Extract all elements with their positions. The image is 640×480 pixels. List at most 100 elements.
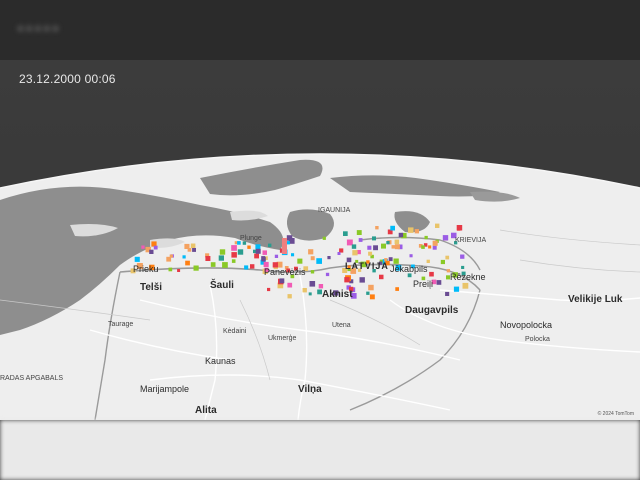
data-marker[interactable] — [192, 248, 196, 252]
data-marker[interactable] — [373, 245, 378, 251]
data-marker[interactable] — [244, 265, 249, 270]
data-marker[interactable] — [445, 291, 450, 296]
data-marker[interactable] — [395, 287, 399, 291]
data-marker[interactable] — [316, 258, 322, 264]
data-marker[interactable] — [262, 250, 268, 255]
data-marker[interactable] — [168, 267, 173, 272]
data-marker[interactable] — [193, 265, 199, 271]
data-marker[interactable] — [231, 252, 237, 258]
data-marker[interactable] — [398, 232, 404, 238]
data-marker[interactable] — [287, 294, 292, 299]
data-marker[interactable] — [359, 277, 365, 283]
column-marker[interactable] — [282, 238, 287, 254]
data-marker[interactable] — [322, 236, 326, 240]
data-marker[interactable] — [237, 249, 244, 255]
data-marker[interactable] — [149, 249, 154, 254]
data-marker[interactable] — [218, 255, 224, 261]
data-marker[interactable] — [205, 256, 211, 261]
data-marker[interactable] — [177, 269, 181, 272]
data-marker[interactable] — [310, 270, 315, 274]
data-marker[interactable] — [409, 254, 413, 258]
data-marker[interactable] — [344, 277, 350, 283]
data-marker[interactable] — [339, 248, 344, 253]
data-marker[interactable] — [426, 259, 430, 263]
data-marker[interactable] — [267, 287, 271, 292]
data-marker[interactable] — [286, 241, 290, 245]
data-marker[interactable] — [153, 245, 158, 250]
data-marker[interactable] — [381, 243, 386, 249]
data-marker[interactable] — [388, 257, 393, 262]
data-marker[interactable] — [352, 250, 358, 256]
data-marker[interactable] — [247, 245, 251, 249]
data-marker[interactable] — [453, 286, 460, 292]
data-marker[interactable] — [169, 254, 173, 258]
data-marker[interactable] — [279, 278, 285, 284]
data-marker[interactable] — [141, 245, 145, 249]
data-marker[interactable] — [462, 282, 469, 289]
data-marker[interactable] — [356, 230, 362, 235]
data-marker[interactable] — [325, 272, 330, 277]
data-marker[interactable] — [310, 256, 315, 261]
data-marker[interactable] — [337, 252, 341, 255]
data-marker[interactable] — [368, 284, 374, 291]
data-marker[interactable] — [457, 227, 461, 231]
data-marker[interactable] — [351, 244, 357, 249]
data-marker[interactable] — [358, 238, 363, 242]
map-canvas[interactable]: LATVIJA Daugavpils Aknist Velikije Luk N… — [0, 0, 640, 420]
data-marker[interactable] — [231, 245, 237, 251]
data-marker[interactable] — [343, 231, 348, 236]
data-marker[interactable] — [134, 256, 140, 262]
data-marker[interactable] — [394, 239, 400, 245]
data-marker[interactable] — [432, 245, 437, 250]
data-marker[interactable] — [210, 262, 216, 267]
data-marker[interactable] — [414, 229, 419, 234]
data-marker[interactable] — [219, 249, 226, 255]
data-marker[interactable] — [424, 235, 428, 240]
data-marker[interactable] — [297, 258, 303, 264]
data-marker[interactable] — [421, 245, 425, 249]
data-marker[interactable] — [386, 241, 390, 245]
data-marker[interactable] — [286, 235, 293, 241]
data-marker[interactable] — [442, 235, 449, 241]
data-marker[interactable] — [308, 249, 314, 255]
data-marker[interactable] — [436, 280, 442, 285]
data-marker[interactable] — [291, 253, 295, 257]
data-marker[interactable] — [367, 245, 372, 250]
data-marker[interactable] — [369, 294, 375, 300]
data-marker[interactable] — [391, 245, 396, 249]
data-marker[interactable] — [318, 284, 324, 289]
data-marker[interactable] — [428, 245, 432, 249]
data-marker[interactable] — [368, 251, 373, 256]
data-marker[interactable] — [366, 291, 370, 295]
data-marker[interactable] — [287, 282, 293, 288]
data-marker[interactable] — [184, 243, 190, 249]
data-marker[interactable] — [394, 244, 400, 250]
data-marker[interactable] — [185, 260, 190, 266]
data-marker[interactable] — [250, 264, 255, 269]
data-marker[interactable] — [372, 236, 376, 241]
data-marker[interactable] — [190, 243, 196, 249]
data-marker[interactable] — [429, 271, 434, 277]
data-marker[interactable] — [435, 223, 440, 228]
data-marker[interactable] — [440, 259, 445, 265]
data-marker[interactable] — [255, 248, 261, 254]
data-marker[interactable] — [261, 256, 266, 261]
data-marker[interactable] — [375, 226, 379, 230]
data-marker[interactable] — [255, 244, 261, 250]
data-marker[interactable] — [445, 255, 450, 260]
data-marker[interactable] — [432, 240, 438, 246]
data-marker[interactable] — [222, 262, 228, 268]
data-marker[interactable] — [231, 259, 236, 263]
data-marker[interactable] — [274, 254, 279, 258]
data-marker[interactable] — [308, 292, 312, 296]
data-marker[interactable] — [309, 281, 316, 287]
data-marker[interactable] — [461, 265, 465, 269]
data-marker[interactable] — [408, 227, 414, 233]
data-marker[interactable] — [460, 254, 465, 259]
data-marker[interactable] — [182, 255, 186, 259]
data-marker[interactable] — [327, 256, 331, 260]
data-marker[interactable] — [302, 288, 307, 293]
data-marker[interactable] — [254, 253, 259, 259]
data-marker[interactable] — [268, 243, 272, 247]
data-marker[interactable] — [393, 258, 399, 264]
